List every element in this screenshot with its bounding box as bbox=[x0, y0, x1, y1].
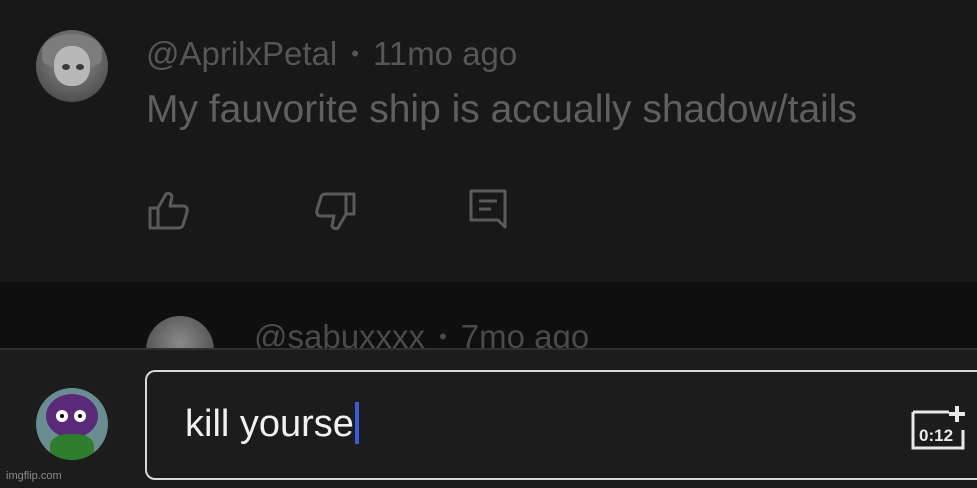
comment-meta: @AprilxPetal • 11mo ago bbox=[146, 34, 517, 74]
avatar-eye bbox=[62, 64, 70, 70]
avatar-face bbox=[54, 46, 90, 86]
like-icon bbox=[148, 191, 189, 230]
avatar-eye bbox=[76, 64, 84, 70]
comment-input[interactable]: kill yourse 0:12 bbox=[145, 370, 977, 480]
meta-separator: • bbox=[351, 41, 359, 66]
comment-username[interactable]: @AprilxPetal bbox=[146, 35, 337, 73]
user-avatar bbox=[36, 388, 108, 460]
comment-text: My fauvorite ship is accually shadow/tai… bbox=[146, 88, 857, 131]
reply-icon bbox=[469, 189, 507, 229]
text-caret bbox=[354, 402, 359, 444]
comment-input-text[interactable]: kill yourse bbox=[185, 402, 359, 446]
comment-username[interactable]: @sabuxxxx bbox=[254, 318, 425, 348]
add-timestamp-button[interactable]: 0:12 bbox=[909, 404, 969, 452]
avatar-eye bbox=[74, 410, 86, 422]
dislike-button[interactable] bbox=[314, 190, 358, 234]
like-button[interactable] bbox=[146, 188, 190, 232]
timestamp-label: 0:12 bbox=[919, 426, 953, 445]
comment-compose-bar: kill yourse 0:12 bbox=[0, 348, 977, 488]
avatar-shirt bbox=[50, 434, 94, 460]
comment-input-value: kill yourse bbox=[185, 403, 354, 445]
dislike-icon bbox=[315, 192, 356, 231]
avatar-eye bbox=[56, 410, 68, 422]
next-comment-preview: @sabuxxxx • 7mo ago bbox=[0, 282, 977, 348]
comment-time: 7mo ago bbox=[460, 318, 590, 348]
avatar-eyes bbox=[56, 410, 88, 422]
watermark: imgflip.com bbox=[6, 470, 62, 482]
timestamp-icon: 0:12 bbox=[911, 406, 965, 450]
comment-card: @AprilxPetal • 11mo ago My fauvorite shi… bbox=[0, 0, 977, 282]
avatar[interactable] bbox=[36, 30, 108, 102]
reply-button[interactable] bbox=[466, 188, 510, 232]
comment-meta: @sabuxxxx • 7mo ago bbox=[254, 318, 589, 348]
meta-separator: • bbox=[439, 324, 447, 348]
comment-time: 11mo ago bbox=[372, 35, 518, 72]
avatar[interactable] bbox=[146, 316, 214, 348]
